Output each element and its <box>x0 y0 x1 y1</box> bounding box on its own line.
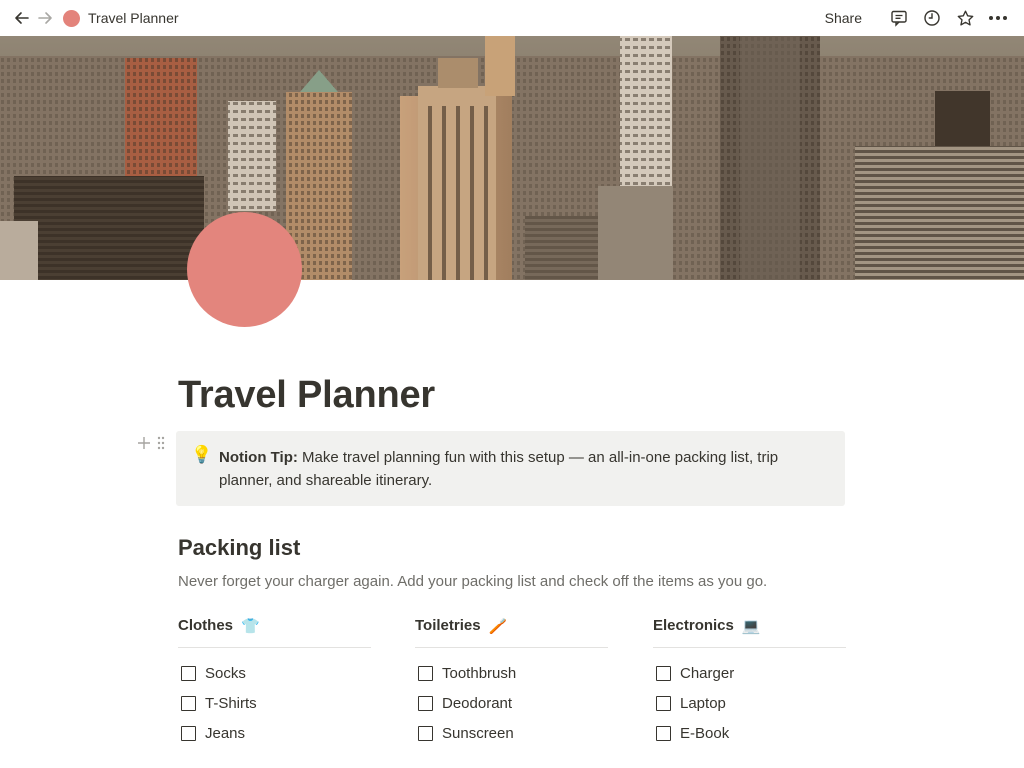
packing-column-toiletries: Toiletries 🪥 Toothbrush Deodorant Sunscr… <box>415 614 608 748</box>
share-button[interactable]: Share <box>825 10 862 26</box>
callout-bold: Notion Tip: <box>219 449 298 466</box>
comment-icon[interactable] <box>887 6 911 30</box>
todo-item: Jeans <box>181 718 371 748</box>
checkbox[interactable] <box>656 725 671 741</box>
top-bar: Travel Planner Share <box>0 0 1024 36</box>
star-icon[interactable] <box>953 6 977 30</box>
column-title: Clothes <box>178 617 234 634</box>
callout-body: Make travel planning fun with this setup… <box>219 449 779 489</box>
todo-label[interactable]: Toothbrush <box>442 665 516 682</box>
checkbox[interactable] <box>418 665 433 681</box>
todo-label[interactable]: Socks <box>205 665 246 682</box>
todo-item: Toothbrush <box>418 658 608 688</box>
page-icon-small <box>63 9 80 27</box>
toothbrush-icon: 🪥 <box>488 618 508 635</box>
checkbox[interactable] <box>418 695 433 711</box>
checkbox[interactable] <box>181 695 196 711</box>
checkbox[interactable] <box>418 725 433 741</box>
column-heading[interactable]: Clothes 👕 <box>178 614 371 648</box>
todo-label[interactable]: T-Shirts <box>205 695 257 712</box>
block-handle[interactable] <box>137 436 165 455</box>
todo-label[interactable]: Laptop <box>680 695 726 712</box>
packing-column-clothes: Clothes 👕 Socks T-Shirts Jeans <box>178 614 371 748</box>
drag-handle-icon[interactable] <box>157 436 165 455</box>
plus-icon[interactable] <box>137 436 151 455</box>
arrow-right-icon[interactable] <box>34 7 56 29</box>
page-icon[interactable] <box>187 212 302 327</box>
todo-item: Laptop <box>656 688 846 718</box>
breadcrumb[interactable]: Travel Planner <box>63 8 179 28</box>
checkbox[interactable] <box>656 695 671 711</box>
column-title: Electronics <box>653 617 734 634</box>
topbar-actions: Share <box>825 6 1010 30</box>
todo-item: E-Book <box>656 718 846 748</box>
checkbox[interactable] <box>181 665 196 681</box>
packing-list-description[interactable]: Never forget your charger again. Add you… <box>178 573 767 590</box>
todo-item: Charger <box>656 658 846 688</box>
laptop-icon: 💻 <box>741 618 761 635</box>
arrow-left-icon[interactable] <box>11 7 33 29</box>
callout-block[interactable]: 💡 Notion Tip: Make travel planning fun w… <box>176 431 845 506</box>
more-icon[interactable] <box>986 6 1010 30</box>
checkbox[interactable] <box>181 725 196 741</box>
column-heading[interactable]: Toiletries 🪥 <box>415 614 608 648</box>
todo-label[interactable]: E-Book <box>680 725 729 742</box>
todo-label[interactable]: Jeans <box>205 725 245 742</box>
column-title: Toiletries <box>415 617 481 634</box>
lightbulb-icon[interactable]: 💡 <box>191 445 212 465</box>
column-heading[interactable]: Electronics 💻 <box>653 614 846 648</box>
todo-label[interactable]: Sunscreen <box>442 725 514 742</box>
callout-text[interactable]: Notion Tip: Make travel planning fun wit… <box>219 446 819 492</box>
todo-item: T-Shirts <box>181 688 371 718</box>
todo-item: Deodorant <box>418 688 608 718</box>
todo-item: Sunscreen <box>418 718 608 748</box>
todo-label[interactable]: Deodorant <box>442 695 512 712</box>
cover-image[interactable] <box>0 36 1024 280</box>
todo-label[interactable]: Charger <box>680 665 734 682</box>
history-icon[interactable] <box>920 6 944 30</box>
checkbox[interactable] <box>656 665 671 681</box>
notion-page: Travel Planner Share Travel Planner 💡 No… <box>0 0 1024 768</box>
page-title[interactable]: Travel Planner <box>178 374 435 417</box>
packing-column-electronics: Electronics 💻 Charger Laptop E-Book <box>653 614 846 748</box>
breadcrumb-title: Travel Planner <box>88 10 179 26</box>
tshirt-icon: 👕 <box>241 618 260 635</box>
todo-item: Socks <box>181 658 371 688</box>
packing-list-heading[interactable]: Packing list <box>178 535 300 561</box>
